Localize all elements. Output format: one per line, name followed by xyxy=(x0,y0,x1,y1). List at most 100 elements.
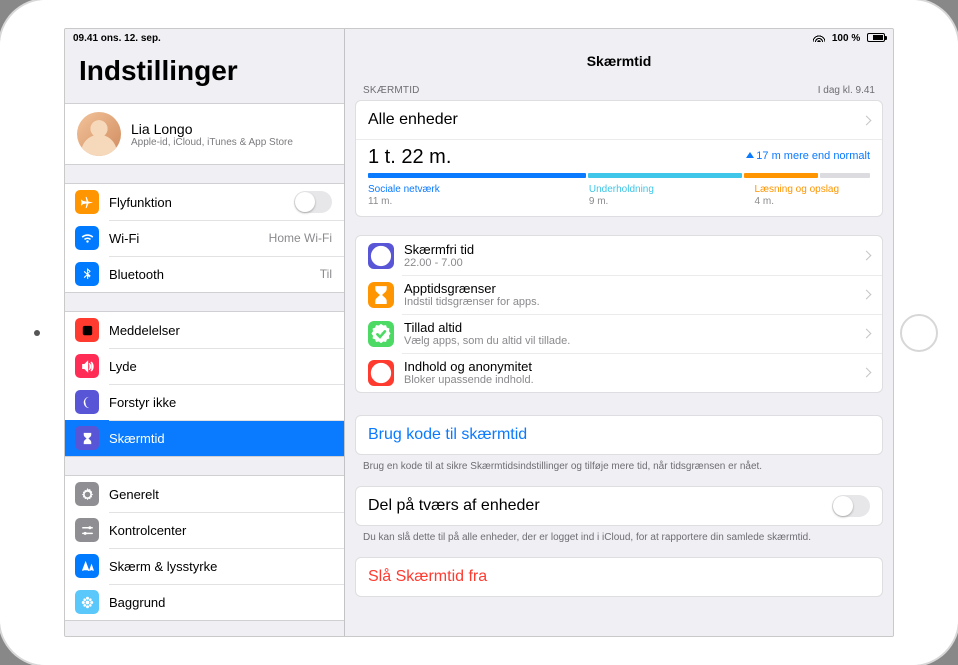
cat-read-time: 4 m. xyxy=(755,196,870,208)
home-button[interactable] xyxy=(900,314,938,352)
hourglass-icon xyxy=(368,282,394,308)
overview-header-left: SKÆRMTID xyxy=(363,85,420,96)
cat-social-time: 11 m. xyxy=(368,196,589,208)
hourglass-icon xyxy=(75,426,99,450)
usage-bar-other xyxy=(820,173,870,178)
sidebar-item-label: Baggrund xyxy=(109,595,332,610)
delta-text: 17 m mere end normalt xyxy=(756,150,870,162)
status-bar: 09.41 ons. 12. sep. 100 % xyxy=(65,29,893,47)
block-icon xyxy=(368,360,394,386)
sidebar-item-notifications[interactable]: Meddelelser xyxy=(65,312,344,348)
option-sub: Vælg apps, som du altid vil tillade. xyxy=(404,335,570,347)
settings-title: Indstillinger xyxy=(65,51,344,97)
cat-ent-time: 9 m. xyxy=(589,196,755,208)
sidebar-item-wifi[interactable]: Wi-Fi Home Wi-Fi xyxy=(65,220,344,256)
share-across-devices-row[interactable]: Del på tværs af enheder xyxy=(356,487,882,525)
sidebar-group-connectivity: Flyfunktion Wi-Fi Home Wi-Fi Bluetooth T… xyxy=(65,183,344,293)
sidebar-item-label: Wi-Fi xyxy=(109,231,269,246)
moon-icon xyxy=(75,390,99,414)
screentime-pane[interactable]: Skærmtid SKÆRMTID I dag kl. 9.41 Alle en… xyxy=(345,29,893,636)
turn-off-card: Slå Skærmtid fra xyxy=(355,557,883,597)
chevron-right-icon xyxy=(862,115,872,125)
sidebar-item-sounds[interactable]: Lyde xyxy=(65,348,344,384)
option-title: Tillad altid xyxy=(404,320,570,335)
option-always-allowed[interactable]: Tillad altidVælg apps, som du altid vil … xyxy=(356,314,882,353)
clock-icon xyxy=(368,243,394,269)
usage-bar xyxy=(368,173,870,178)
sidebar-item-screentime[interactable]: Skærmtid xyxy=(65,420,344,456)
gear-icon xyxy=(75,482,99,506)
status-time-date: 09.41 ons. 12. sep. xyxy=(73,33,161,44)
option-sub: 22.00 - 7.00 xyxy=(404,257,474,269)
airplane-icon xyxy=(75,190,99,214)
bluetooth-icon xyxy=(75,262,99,286)
wifi-value: Home Wi-Fi xyxy=(269,231,332,245)
sidebar-item-label: Bluetooth xyxy=(109,267,320,282)
usage-bar-reading xyxy=(744,173,818,178)
battery-icon xyxy=(867,33,885,42)
apple-id-row[interactable]: Lia Longo Apple-id, iCloud, iTunes & App… xyxy=(65,103,344,165)
share-note: Du kan slå dette til på alle enheder, de… xyxy=(345,526,893,543)
usage-bar-social xyxy=(368,173,586,178)
use-passcode-row[interactable]: Brug kode til skærmtid xyxy=(356,416,882,454)
page-title: Skærmtid xyxy=(345,49,893,73)
check-badge-icon xyxy=(368,321,394,347)
airplane-toggle[interactable] xyxy=(294,191,332,213)
sidebar-item-display[interactable]: Skærm & lysstyrke xyxy=(65,548,344,584)
sidebar-item-label: Kontrolcenter xyxy=(109,523,332,538)
option-sub: Bloker upassende indhold. xyxy=(404,374,534,386)
chevron-right-icon xyxy=(862,251,872,261)
settings-sidebar[interactable]: Indstillinger Lia Longo Apple-id, iCloud… xyxy=(65,29,345,636)
delta: 17 m mere end normalt xyxy=(746,150,870,162)
usage-bar-entertainment xyxy=(588,173,742,178)
usage-overview-card: Alle enheder 1 t. 22 m. 17 m mere end no… xyxy=(355,100,883,217)
option-downtime[interactable]: Skærmfri tid22.00 - 7.00 xyxy=(356,236,882,275)
all-devices-row[interactable]: Alle enheder xyxy=(356,101,882,139)
wifi-icon xyxy=(75,226,99,250)
overview-header: SKÆRMTID I dag kl. 9.41 xyxy=(345,73,893,100)
option-content-privacy[interactable]: Indhold og anonymitetBloker upassende in… xyxy=(356,353,882,392)
front-camera xyxy=(34,330,40,336)
cat-ent-name: Underholdning xyxy=(589,184,755,196)
sidebar-item-dnd[interactable]: Forstyr ikke xyxy=(65,384,344,420)
sidebar-item-airplane[interactable]: Flyfunktion xyxy=(65,184,344,220)
turn-off-row[interactable]: Slå Skærmtid fra xyxy=(356,558,882,596)
chevron-right-icon xyxy=(862,368,872,378)
sounds-icon xyxy=(75,354,99,378)
sidebar-item-general[interactable]: Generelt xyxy=(65,476,344,512)
option-title: Skærmfri tid xyxy=(404,242,474,257)
sidebar-item-label: Forstyr ikke xyxy=(109,395,332,410)
sidebar-item-label: Skærmtid xyxy=(109,431,332,446)
chevron-right-icon xyxy=(862,290,872,300)
sliders-icon xyxy=(75,518,99,542)
share-toggle[interactable] xyxy=(832,495,870,517)
sidebar-group-notifications: Meddelelser Lyde Forstyr ikke Skærmtid xyxy=(65,311,344,457)
overview-timestamp: I dag kl. 9.41 xyxy=(818,85,875,96)
apple-id-sub: Apple-id, iCloud, iTunes & App Store xyxy=(131,137,293,148)
bluetooth-value: Til xyxy=(320,267,332,281)
option-title: Indhold og anonymitet xyxy=(404,359,534,374)
chevron-right-icon xyxy=(862,329,872,339)
sidebar-item-label: Generelt xyxy=(109,487,332,502)
arrow-up-icon xyxy=(746,152,754,158)
category-legend: Sociale netværk11 m. Underholdning9 m. L… xyxy=(356,184,882,216)
options-card: Skærmfri tid22.00 - 7.00 ApptidsgrænserI… xyxy=(355,235,883,393)
sidebar-item-label: Skærm & lysstyrke xyxy=(109,559,332,574)
sidebar-item-label: Lyde xyxy=(109,359,332,374)
battery-percent: 100 % xyxy=(832,33,860,44)
sidebar-item-label: Flyfunktion xyxy=(109,195,294,210)
sidebar-item-wallpaper[interactable]: Baggrund xyxy=(65,584,344,620)
wifi-status-icon xyxy=(813,33,825,42)
passcode-note: Brug en kode til at sikre Skærmtidsindst… xyxy=(345,455,893,472)
apple-id-name: Lia Longo xyxy=(131,121,293,137)
cat-read-name: Læsning og opslag xyxy=(755,184,870,196)
sidebar-item-control-center[interactable]: Kontrolcenter xyxy=(65,512,344,548)
share-card: Del på tværs af enheder xyxy=(355,486,883,526)
textsize-icon xyxy=(75,554,99,578)
option-app-limits[interactable]: ApptidsgrænserIndstil tidsgrænser for ap… xyxy=(356,275,882,314)
sidebar-item-bluetooth[interactable]: Bluetooth Til xyxy=(65,256,344,292)
share-label: Del på tværs af enheder xyxy=(368,497,540,515)
option-sub: Indstil tidsgrænser for apps. xyxy=(404,296,540,308)
avatar xyxy=(77,112,121,156)
passcode-card: Brug kode til skærmtid xyxy=(355,415,883,455)
